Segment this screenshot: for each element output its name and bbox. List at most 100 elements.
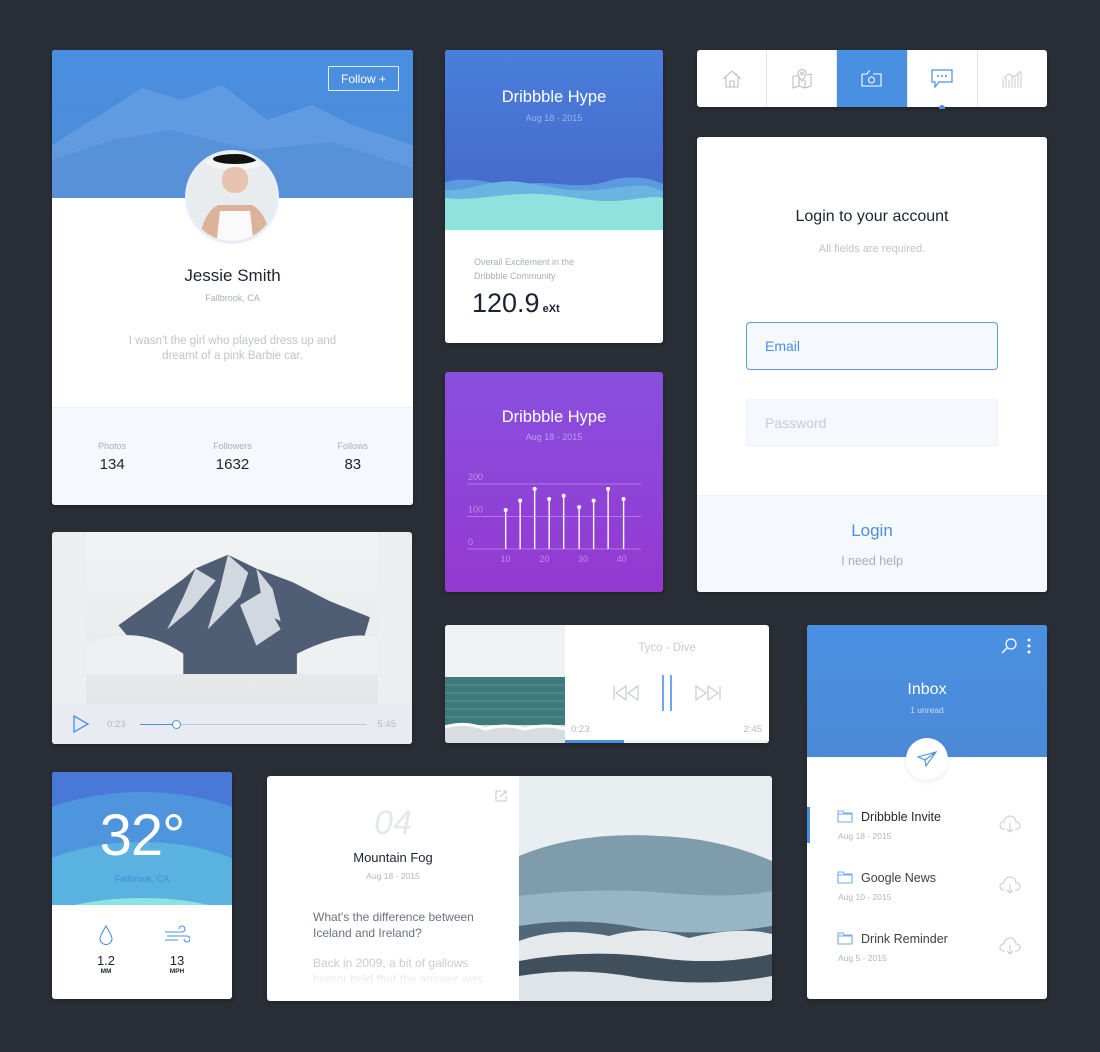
bar-point: [591, 498, 596, 503]
mountain-video-frame: [85, 532, 379, 704]
follow-button[interactable]: Follow +: [328, 66, 399, 91]
stat-followers[interactable]: Followers 1632: [182, 441, 282, 505]
y-tick-label: 0: [468, 537, 473, 547]
playback-controls: [565, 675, 769, 716]
chat-bubble-icon: [931, 68, 953, 89]
stat-follows[interactable]: Follows 83: [303, 441, 403, 505]
x-tick-label: 30: [578, 554, 588, 564]
stat-value: 1632: [215, 456, 250, 473]
profile-stats: Photos 134 Followers 1632 Follows 83: [52, 407, 413, 505]
hype-date: Aug 18 - 2015: [525, 113, 583, 123]
inbox-item-date: Aug 5 - 2015: [838, 953, 887, 963]
hype-caption: Overall Excitement in the Dribbble Commu…: [474, 257, 575, 281]
login-button[interactable]: Login: [697, 521, 1047, 541]
music-player: Tyco - Dive 0:23 2:45: [445, 625, 769, 743]
article-title[interactable]: Mountain Fog: [267, 850, 519, 865]
icon-tab-bar: [697, 50, 1047, 109]
inbox-item[interactable]: Dribbble Invite Aug 18 - 2015: [807, 795, 1047, 856]
more-options-icon[interactable]: [1027, 638, 1031, 654]
chart-subtitle: Aug 18 - 2015: [526, 432, 583, 442]
inbox-item[interactable]: Drink Reminder Aug 5 - 2015: [807, 917, 1047, 978]
map-pin-icon: [792, 68, 812, 89]
fast-forward-icon: [695, 684, 721, 702]
inbox-card: Inbox 1 unread Dribbble Invite Aug 18 - …: [807, 625, 1047, 999]
raindrop-icon: [99, 924, 113, 946]
hype-wave-card: Dribbble Hype Aug 18 - 2015 Overall Exci…: [445, 50, 663, 343]
profile-card: Follow + Jessie Smith Fallbrook, CA I wa…: [52, 50, 413, 505]
previous-button[interactable]: [613, 684, 639, 706]
pause-button[interactable]: [661, 675, 673, 716]
stat-label: Followers: [213, 441, 252, 451]
bar-point: [532, 486, 537, 491]
hype-chart: Dribbble Hype Aug 18 - 2015 0 100 200 10 20…: [467, 408, 641, 564]
video-current-time: 0:23: [107, 718, 126, 730]
folder-icon: [837, 871, 853, 884]
inbox-item-title: Dribbble Invite: [861, 810, 941, 824]
rainfall-unit: MM: [100, 968, 112, 975]
video-player: 0:23 5:45: [52, 532, 412, 744]
tab-home[interactable]: [697, 50, 768, 107]
password-field[interactable]: Password: [746, 399, 998, 447]
music-progress-fill: [565, 740, 625, 743]
hype-value: 120.9 eXt: [472, 288, 560, 319]
music-current-time: 0:23: [571, 724, 590, 735]
next-button[interactable]: [695, 684, 721, 706]
edit-external-icon[interactable]: [494, 789, 508, 803]
article-question: What's the difference between Iceland an…: [313, 910, 474, 940]
wind-value: 13: [169, 953, 185, 968]
login-subtitle: All fields are required.: [818, 243, 926, 255]
inbox-item-date: Aug 18 - 2015: [838, 831, 892, 841]
inbox-item-title: Google News: [861, 871, 937, 885]
hype-value-unit: eXt: [542, 303, 560, 315]
hype-wave-header: Dribbble Hype Aug 18 - 2015: [445, 50, 663, 230]
article-excerpt: Back in 2009, a bit of gallows humor hel…: [313, 956, 484, 986]
paper-plane-icon: [917, 751, 937, 767]
inbox-item-title: Drink Reminder: [861, 932, 948, 946]
weather-card: 32° Fallbrook, CA 1.2 MM 13 MPH: [52, 772, 232, 999]
inbox-item[interactable]: Google News Aug 10 - 2015: [807, 856, 1047, 917]
album-art-ocean: [445, 625, 565, 743]
rewind-icon: [613, 684, 639, 702]
login-card: Login to your account All fields are req…: [697, 137, 1047, 592]
music-duration: 2:45: [743, 724, 763, 735]
bar-point: [621, 496, 626, 501]
music-progress-bar[interactable]: [565, 740, 769, 743]
chart-icon: [1002, 70, 1022, 88]
pause-icon: [662, 675, 672, 711]
y-tick-label: 100: [468, 505, 483, 515]
x-tick-label: 40: [617, 554, 627, 564]
tab-stats[interactable]: [978, 50, 1047, 107]
tab-messages[interactable]: [908, 50, 978, 109]
weather-location: Fallbrook, CA: [114, 874, 170, 884]
stat-photos[interactable]: Photos 134: [62, 441, 162, 505]
track-title: Tyco - Dive: [638, 642, 696, 654]
play-icon[interactable]: [72, 715, 90, 733]
profile-name: Jessie Smith: [184, 266, 281, 285]
cloud-download-icon[interactable]: [999, 937, 1021, 955]
search-icon[interactable]: [1001, 638, 1017, 654]
email-field[interactable]: Email: [746, 322, 998, 370]
login-title: Login to your account: [795, 208, 949, 225]
cloud-download-icon[interactable]: [999, 876, 1021, 894]
help-link[interactable]: I need help: [697, 554, 1047, 568]
video-seek-bar[interactable]: [140, 720, 366, 729]
chart-title: Dribbble Hype: [502, 408, 607, 426]
tab-map[interactable]: [767, 50, 838, 107]
article-card: 04 Mountain Fog Aug 18 - 2015 What's the…: [267, 776, 772, 1001]
cloud-download-icon[interactable]: [999, 815, 1021, 833]
tab-camera[interactable]: [837, 50, 908, 107]
stat-label: Follows: [337, 441, 369, 451]
unread-count: 1 unread: [910, 705, 944, 715]
stat-value: 134: [99, 456, 125, 473]
hype-title: Dribbble Hype: [501, 88, 607, 106]
avatar[interactable]: [185, 150, 279, 244]
stat-value: 83: [344, 456, 362, 473]
compose-button[interactable]: [906, 738, 948, 780]
profile-bio: I wasn't the girl who played dress up an…: [128, 335, 337, 362]
inbox-list: Dribbble Invite Aug 18 - 2015 Google New…: [807, 795, 1047, 978]
rainfall-value: 1.2: [96, 953, 116, 968]
temperature: 32°: [99, 803, 186, 868]
video-seek-handle[interactable]: [172, 720, 182, 729]
bar-point: [503, 508, 508, 512]
wind-icon: [165, 925, 191, 943]
